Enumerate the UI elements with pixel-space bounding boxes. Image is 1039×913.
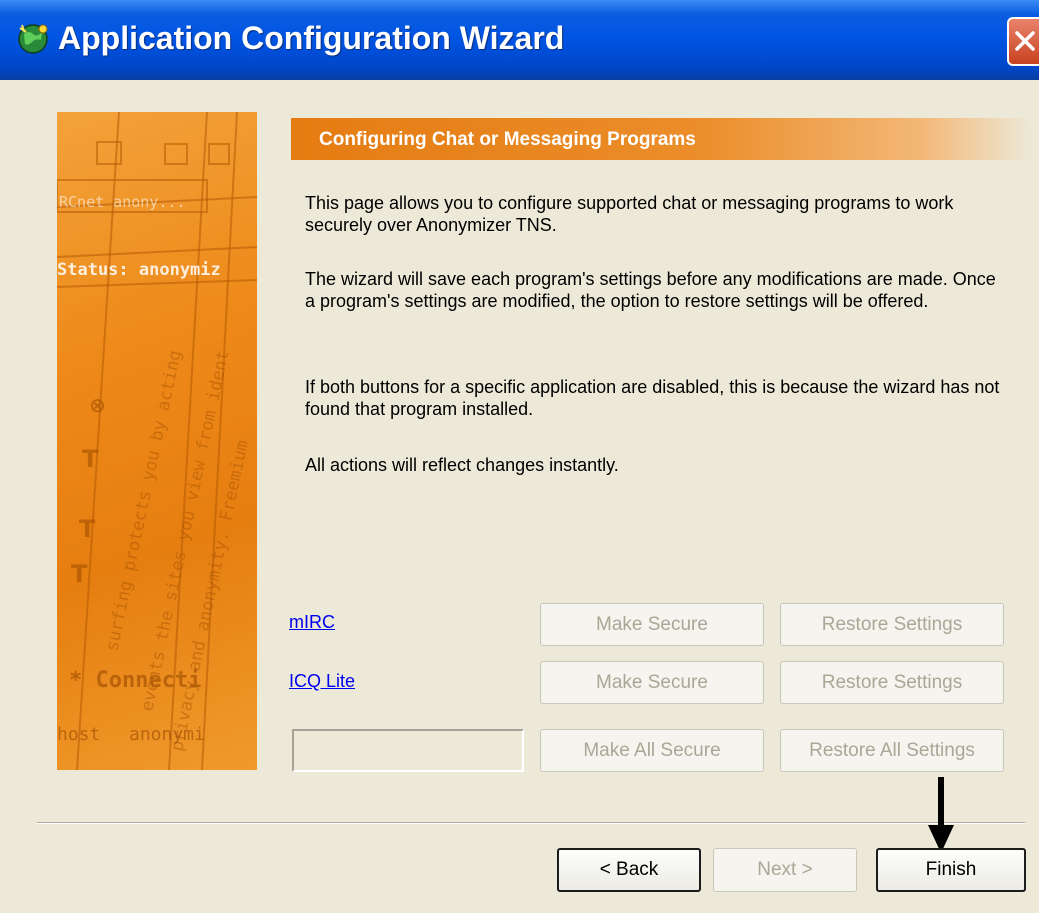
make-all-secure-button[interactable]: Make All Secure [540,729,764,772]
status-field [292,729,524,772]
svg-text:⊗: ⊗ [89,393,106,417]
banner-text-2: Status: anonymiz [57,260,221,280]
banner-text-4: host [57,724,100,745]
banner-text-1: RCnet anony... [59,193,185,211]
close-button[interactable] [1007,17,1039,66]
instant-note-paragraph: All actions will reflect changes instant… [305,455,619,475]
restore-settings-button-mirc[interactable]: Restore Settings [780,603,1004,646]
next-button[interactable]: Next > [713,848,857,892]
app-link-mirc[interactable]: mIRC [289,612,335,633]
finish-button[interactable]: Finish [876,848,1026,892]
section-header: Configuring Chat or Messaging Programs [291,118,1033,160]
globe-wizard-icon [16,22,50,56]
wizard-window: Application Configuration Wizard RCnet a… [0,0,1039,913]
banner-text-5: anonymi [129,724,205,745]
backup-note-paragraph: The wizard will save each program's sett… [305,269,996,311]
close-icon [1015,31,1035,51]
restore-all-settings-button[interactable]: Restore All Settings [780,729,1004,772]
title-bar[interactable]: Application Configuration Wizard [0,0,1039,80]
back-button[interactable]: < Back [557,848,701,892]
footer-divider [37,822,1025,824]
svg-text:T: T [71,560,88,588]
intro-paragraph: This page allows you to configure suppor… [305,193,954,235]
disabled-note-paragraph: If both buttons for a specific applicati… [305,377,1000,419]
window-title: Application Configuration Wizard [58,20,565,56]
restore-settings-button-icq[interactable]: Restore Settings [780,661,1004,704]
section-title: Configuring Chat or Messaging Programs [319,129,696,150]
svg-text:T: T [79,515,96,543]
svg-text:T: T [82,445,99,473]
anonymizer-banner-image: RCnet anony... Status: anonymiz * Connec… [57,112,257,770]
make-secure-button-mirc[interactable]: Make Secure [540,603,764,646]
make-secure-button-icq[interactable]: Make Secure [540,661,764,704]
app-link-icq-lite[interactable]: ICQ Lite [289,671,355,692]
arrow-down-icon [928,777,954,853]
